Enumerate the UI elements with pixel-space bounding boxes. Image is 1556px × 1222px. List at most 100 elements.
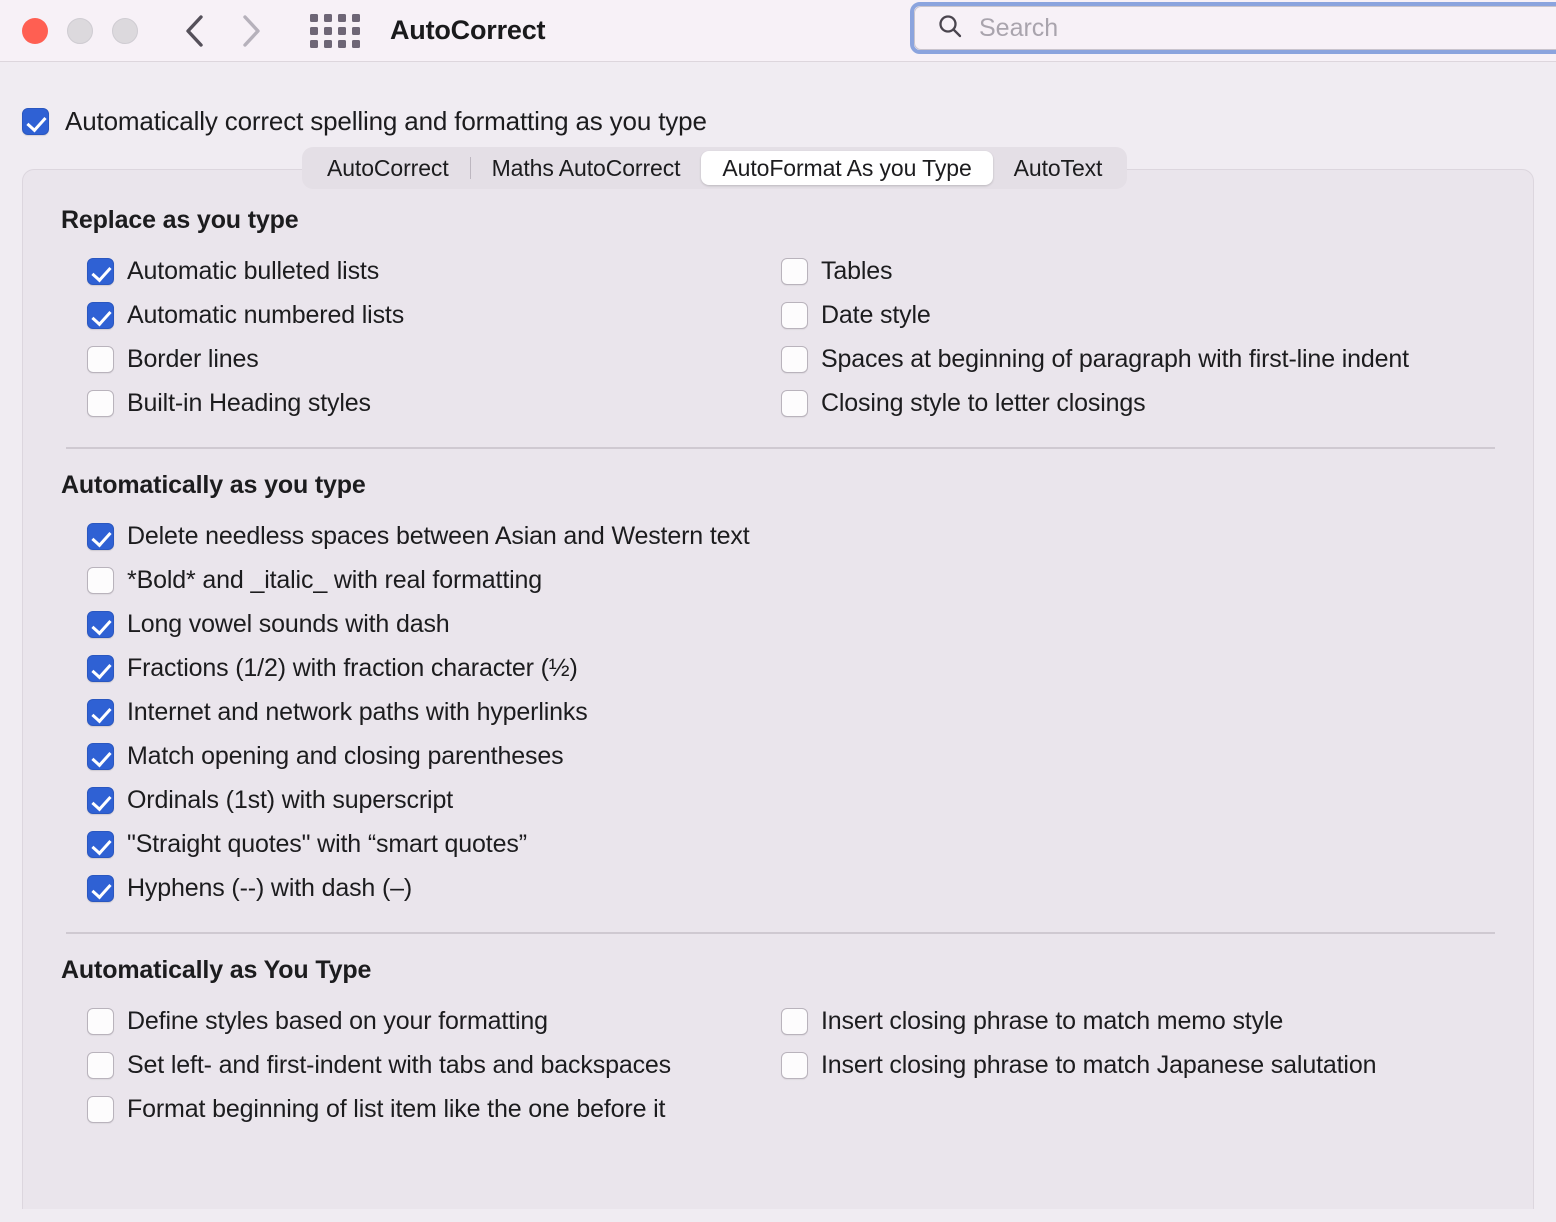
checkbox-fractions-with-fraction-character[interactable] [87, 654, 114, 682]
tab-autotext-label: AutoText [1013, 154, 1103, 181]
label-border-lines: Border lines [127, 344, 259, 373]
master-autocorrect-toggle[interactable]: Automatically correct spelling and forma… [22, 106, 1556, 137]
option-match-opening-and-closing-parentheses[interactable]: Match opening and closing parentheses [87, 734, 1533, 778]
window-toolbar: AutoCorrect [0, 0, 1556, 62]
checkbox-match-opening-and-closing-parentheses[interactable] [87, 742, 114, 770]
label-set-left-and-first-indent: Set left- and first-indent with tabs and… [127, 1050, 672, 1079]
label-straight-quotes-with-smart-quotes: "Straight quotes" with “smart quotes” [127, 829, 527, 858]
checkbox-insert-closing-phrase-japanese[interactable] [781, 1051, 808, 1079]
checkbox-straight-quotes-with-smart-quotes[interactable] [87, 830, 114, 858]
option-border-lines[interactable]: Border lines [87, 337, 763, 381]
checkbox-tables[interactable] [781, 257, 808, 285]
label-ordinals-with-superscript: Ordinals (1st) with superscript [127, 785, 454, 814]
option-automatic-bulleted-lists[interactable]: Automatic bulleted lists [87, 249, 763, 293]
option-internet-paths-with-hyperlinks[interactable]: Internet and network paths with hyperlin… [87, 690, 1533, 734]
option-tables[interactable]: Tables [781, 249, 1533, 293]
option-fractions-with-fraction-character[interactable]: Fractions (1/2) with fraction character … [87, 646, 1533, 690]
checkbox-bold-and-italic-real-formatting[interactable] [87, 566, 114, 594]
search-field-container [910, 2, 1556, 54]
checkbox-date-style[interactable] [781, 301, 808, 329]
checkbox-internet-paths-with-hyperlinks[interactable] [87, 698, 114, 726]
checkbox-automatic-numbered-lists[interactable] [87, 301, 114, 329]
section-title-automatically-as-you-type-capital: Automatically as You Type [61, 956, 372, 984]
option-date-style[interactable]: Date style [781, 293, 1533, 337]
checkbox-automatic-bulleted-lists[interactable] [87, 257, 114, 285]
option-hyphens-with-dash[interactable]: Hyphens (--) with dash (–) [87, 866, 1533, 910]
styles-column-left: Define styles based on your formatting S… [23, 999, 763, 1131]
tab-autotext[interactable]: AutoText [993, 151, 1124, 185]
checkbox-closing-style-to-letter-closings[interactable] [781, 389, 808, 417]
checkbox-define-styles-based-on-formatting[interactable] [87, 1007, 114, 1035]
label-long-vowel-sounds-with-dash: Long vowel sounds with dash [127, 609, 450, 638]
tab-autoformat-as-you-type-label: AutoFormat As you Type [722, 154, 972, 181]
option-insert-closing-phrase-memo[interactable]: Insert closing phrase to match memo styl… [781, 999, 1533, 1043]
label-spaces-at-beginning-of-paragraph: Spaces at beginning of paragraph with fi… [821, 344, 1409, 373]
checkbox-long-vowel-sounds-with-dash[interactable] [87, 610, 114, 638]
master-autocorrect-label: Automatically correct spelling and forma… [65, 106, 707, 136]
label-automatic-bulleted-lists: Automatic bulleted lists [127, 256, 380, 285]
zoom-window-button[interactable] [112, 17, 138, 44]
checkbox-ordinals-with-superscript[interactable] [87, 786, 114, 814]
label-format-beginning-of-list-item: Format beginning of list item like the o… [127, 1094, 666, 1123]
minimize-window-button[interactable] [67, 17, 93, 44]
traffic-light-group [22, 17, 138, 44]
label-closing-style-to-letter-closings: Closing style to letter closings [821, 388, 1146, 417]
forward-chevron-icon[interactable] [238, 11, 264, 51]
label-fractions-with-fraction-character: Fractions (1/2) with fraction character … [127, 653, 578, 682]
label-hyphens-with-dash: Hyphens (--) with dash (–) [127, 873, 413, 902]
window-title: AutoCorrect [390, 15, 546, 45]
label-define-styles-based-on-formatting: Define styles based on your formatting [127, 1006, 548, 1035]
checkbox-delete-needless-spaces[interactable] [87, 522, 114, 550]
option-insert-closing-phrase-japanese[interactable]: Insert closing phrase to match Japanese … [781, 1043, 1533, 1087]
master-autocorrect-checkbox[interactable] [22, 108, 49, 135]
option-spaces-at-beginning-of-paragraph[interactable]: Spaces at beginning of paragraph with fi… [781, 337, 1533, 381]
checkbox-spaces-at-beginning-of-paragraph[interactable] [781, 345, 808, 373]
section-automatically-as-you-type: Delete needless spaces between Asian and… [23, 514, 1533, 910]
tab-maths-autocorrect[interactable]: Maths AutoCorrect [471, 151, 702, 185]
section-automatically-as-you-type-capital: Define styles based on your formatting S… [23, 999, 1533, 1131]
automatically-column-left: Delete needless spaces between Asian and… [23, 514, 1533, 910]
label-match-opening-and-closing-parentheses: Match opening and closing parentheses [127, 741, 564, 770]
autoformat-settings-panel: Replace as you type Automatic bulleted l… [22, 169, 1534, 1209]
search-field[interactable] [914, 6, 1556, 50]
checkbox-set-left-and-first-indent[interactable] [87, 1051, 114, 1079]
show-all-grid-icon[interactable] [310, 13, 360, 48]
option-built-in-heading-styles[interactable]: Built-in Heading styles [87, 381, 763, 425]
option-format-beginning-of-list-item[interactable]: Format beginning of list item like the o… [87, 1087, 763, 1131]
option-long-vowel-sounds-with-dash[interactable]: Long vowel sounds with dash [87, 602, 1533, 646]
search-input[interactable] [979, 13, 1556, 43]
option-closing-style-to-letter-closings[interactable]: Closing style to letter closings [781, 381, 1533, 425]
navigation-arrows [182, 11, 264, 51]
label-date-style: Date style [821, 300, 931, 329]
option-ordinals-with-superscript[interactable]: Ordinals (1st) with superscript [87, 778, 1533, 822]
label-insert-closing-phrase-japanese: Insert closing phrase to match Japanese … [821, 1050, 1377, 1079]
checkbox-format-beginning-of-list-item[interactable] [87, 1095, 114, 1123]
option-define-styles-based-on-formatting[interactable]: Define styles based on your formatting [87, 999, 763, 1043]
back-chevron-icon[interactable] [182, 11, 208, 51]
tab-maths-autocorrect-label: Maths AutoCorrect [491, 154, 681, 181]
label-bold-and-italic-real-formatting: *Bold* and _italic_ with real formatting [127, 565, 543, 594]
option-bold-and-italic-real-formatting[interactable]: *Bold* and _italic_ with real formatting [87, 558, 1533, 602]
styles-column-right: Insert closing phrase to match memo styl… [763, 999, 1533, 1131]
option-delete-needless-spaces[interactable]: Delete needless spaces between Asian and… [87, 514, 1533, 558]
section-title-replace-as-you-type: Replace as you type [61, 206, 299, 234]
checkbox-hyphens-with-dash[interactable] [87, 874, 114, 902]
tab-autocorrect-label: AutoCorrect [327, 154, 449, 181]
tab-autoformat-as-you-type[interactable]: AutoFormat As you Type [701, 151, 993, 185]
checkbox-border-lines[interactable] [87, 345, 114, 373]
tab-autocorrect[interactable]: AutoCorrect [306, 151, 470, 185]
search-icon [937, 13, 963, 44]
label-built-in-heading-styles: Built-in Heading styles [127, 388, 371, 417]
label-tables: Tables [821, 256, 893, 285]
option-automatic-numbered-lists[interactable]: Automatic numbered lists [87, 293, 763, 337]
replace-column-right: Tables Date style Spaces at beginning of… [763, 249, 1533, 425]
label-automatic-numbered-lists: Automatic numbered lists [127, 300, 405, 329]
option-straight-quotes-with-smart-quotes[interactable]: "Straight quotes" with “smart quotes” [87, 822, 1533, 866]
checkbox-built-in-heading-styles[interactable] [87, 389, 114, 417]
label-delete-needless-spaces: Delete needless spaces between Asian and… [127, 521, 750, 550]
label-internet-paths-with-hyperlinks: Internet and network paths with hyperlin… [127, 697, 588, 726]
close-window-button[interactable] [22, 17, 48, 44]
checkbox-insert-closing-phrase-memo[interactable] [781, 1007, 808, 1035]
section-replace-as-you-type: Automatic bulleted lists Automatic numbe… [23, 249, 1533, 425]
option-set-left-and-first-indent[interactable]: Set left- and first-indent with tabs and… [87, 1043, 763, 1087]
